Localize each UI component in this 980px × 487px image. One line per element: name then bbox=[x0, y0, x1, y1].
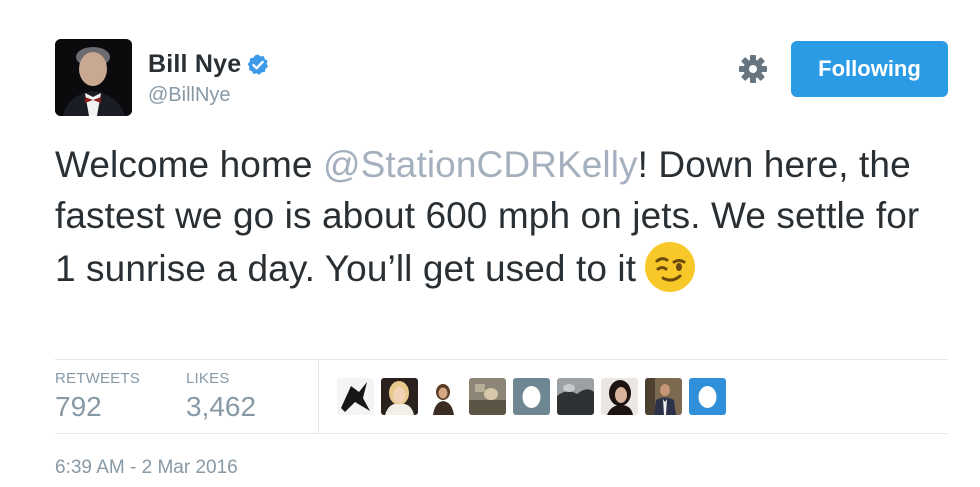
liker-avatar[interactable] bbox=[381, 378, 418, 415]
liker-avatar[interactable] bbox=[601, 378, 638, 415]
author-name-row: Bill Nye bbox=[148, 50, 270, 79]
gear-icon[interactable] bbox=[738, 54, 768, 84]
author-name[interactable]: Bill Nye bbox=[148, 50, 241, 79]
stats-divider-bottom bbox=[55, 433, 948, 434]
stats-divider-vertical bbox=[318, 359, 319, 433]
author-avatar[interactable] bbox=[55, 39, 132, 116]
tweet-text-intro: Welcome home bbox=[55, 144, 323, 185]
liker-avatar[interactable] bbox=[645, 378, 682, 415]
likes-count[interactable]: 3,462 bbox=[186, 391, 256, 423]
liker-avatars bbox=[337, 378, 726, 415]
liker-avatar[interactable] bbox=[689, 378, 726, 415]
liker-avatar[interactable] bbox=[469, 378, 506, 415]
stats-divider-top bbox=[55, 359, 948, 360]
liker-avatar[interactable] bbox=[513, 378, 550, 415]
winking-face-emoji-icon bbox=[644, 241, 696, 293]
likes-label[interactable]: LIKES bbox=[186, 370, 230, 387]
retweets-label[interactable]: RETWEETS bbox=[55, 370, 140, 387]
liker-avatar[interactable] bbox=[557, 378, 594, 415]
liker-avatar[interactable] bbox=[425, 378, 462, 415]
tweet-card: Bill Nye @BillNye Following Welcome home… bbox=[0, 0, 980, 487]
author-handle[interactable]: @BillNye bbox=[148, 84, 231, 107]
liker-avatar[interactable] bbox=[337, 378, 374, 415]
tweet-timestamp[interactable]: 6:39 AM - 2 Mar 2016 bbox=[55, 457, 238, 479]
tweet-text: Welcome home @StationCDRKelly! Down here… bbox=[55, 140, 935, 295]
retweets-count[interactable]: 792 bbox=[55, 391, 102, 423]
verified-badge-icon bbox=[246, 53, 270, 77]
following-button[interactable]: Following bbox=[791, 41, 948, 97]
mention-link[interactable]: @StationCDRKelly bbox=[323, 144, 638, 185]
